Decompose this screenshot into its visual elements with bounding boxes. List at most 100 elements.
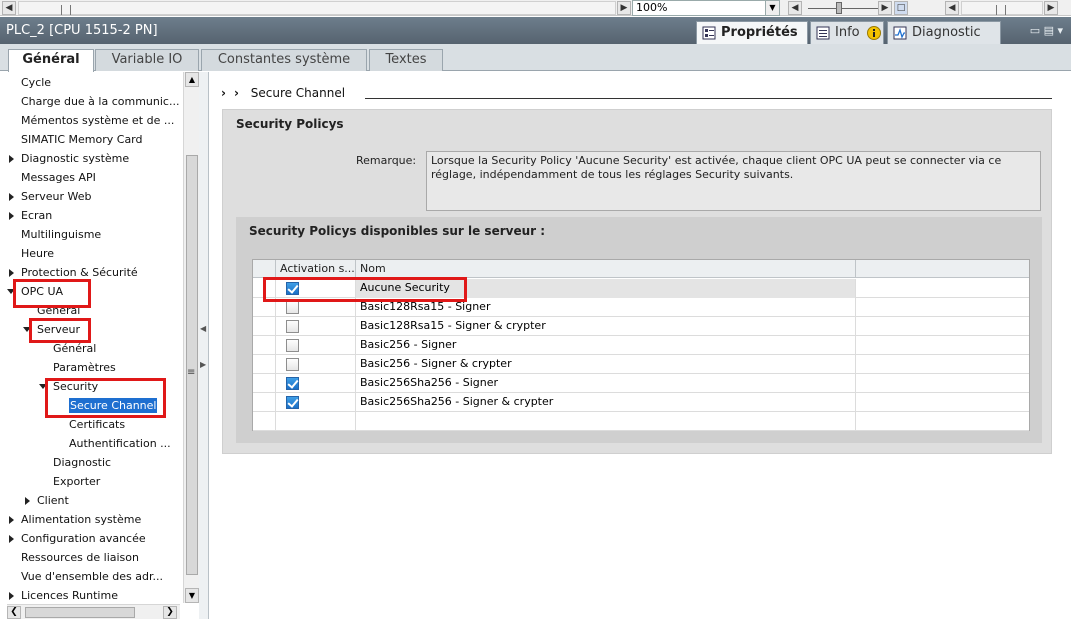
row-header-cell[interactable] xyxy=(253,317,276,336)
table-row[interactable]: Basic256 - Signer xyxy=(253,336,1029,355)
subtab-texts[interactable]: Textes xyxy=(369,49,443,71)
expand-arrow-icon[interactable] xyxy=(9,193,14,201)
expand-right-icon[interactable]: ▶ xyxy=(200,360,206,369)
row-header-cell[interactable] xyxy=(253,355,276,374)
column-header-name[interactable]: Nom xyxy=(356,260,856,278)
chevron-down-icon[interactable]: ▼ xyxy=(765,1,779,15)
highlight-box-no-security xyxy=(263,277,467,302)
empty-cell xyxy=(856,355,1029,374)
nav-item-label: Heure xyxy=(21,247,55,260)
nav-horizontal-scrollbar[interactable]: ❮ ❯ xyxy=(7,604,180,619)
nav-item-export[interactable]: Exporter xyxy=(53,472,100,491)
expand-arrow-icon[interactable] xyxy=(9,212,14,220)
nav-item-parameters[interactable]: Paramètres xyxy=(53,358,116,377)
scroll-down-button[interactable]: ▼ xyxy=(185,588,199,603)
nav-item-display[interactable]: Ecran xyxy=(9,206,52,225)
horizontal-scrollbar[interactable] xyxy=(18,1,616,15)
highlight-box-opc-ua xyxy=(13,279,91,308)
nav-item-authentication[interactable]: Authentification ... xyxy=(69,434,171,453)
row-header-cell[interactable] xyxy=(253,393,276,412)
zoom-in-button[interactable]: ▶ xyxy=(878,1,892,15)
info-list-icon xyxy=(816,26,830,40)
expand-arrow-icon[interactable] xyxy=(9,155,14,163)
nav-item-comm-load[interactable]: Charge due à la communic... xyxy=(21,92,179,111)
activation-cell xyxy=(276,317,356,336)
nav-item-cycle[interactable]: Cycle xyxy=(21,73,51,92)
scroll-thumb[interactable] xyxy=(25,607,135,618)
subtab-variable-io[interactable]: Variable IO xyxy=(95,49,199,71)
nav-item-system-memory[interactable]: Mémentos système et de ... xyxy=(21,111,174,130)
scroll-up-button[interactable]: ▲ xyxy=(185,72,199,87)
fit-page-icon[interactable]: □ xyxy=(894,1,908,15)
activation-checkbox[interactable] xyxy=(286,339,299,352)
nav-item-server-diagnostic[interactable]: Diagnostic xyxy=(53,453,111,472)
collapse-left-icon[interactable]: ◀ xyxy=(200,324,206,333)
activation-checkbox[interactable] xyxy=(286,396,299,409)
nav-item-client[interactable]: Client xyxy=(25,491,69,510)
table-row[interactable]: Basic256 - Signer & crypter xyxy=(253,355,1029,374)
activation-checkbox[interactable] xyxy=(286,301,299,314)
window-controls-icon[interactable]: ▭ ▤ ▾ xyxy=(1030,24,1063,37)
zoom-select[interactable]: 100% ▼ xyxy=(632,0,780,16)
scroll-right-button[interactable]: ❯ xyxy=(163,606,177,619)
nav-item-time[interactable]: Heure xyxy=(21,244,54,263)
tab-diagnostic[interactable]: Diagnostic xyxy=(887,21,1001,44)
activation-checkbox[interactable] xyxy=(286,377,299,390)
highlight-box-security xyxy=(45,378,166,418)
row-header-cell[interactable] xyxy=(253,336,276,355)
top-scroll-strip: ◀ ▶ 100% ▼ ◀ ▶ □ ◀ ▶ xyxy=(0,0,1071,16)
expand-arrow-icon[interactable] xyxy=(9,535,14,543)
subtab-bar: Général Variable IO Constantes système T… xyxy=(0,44,1071,72)
scroll-left-button[interactable]: ◀ xyxy=(2,1,16,15)
tab-info[interactable]: Info xyxy=(810,21,884,44)
scroll-right-button[interactable]: ▶ xyxy=(617,1,631,15)
activation-checkbox[interactable] xyxy=(286,320,299,333)
row-header-cell[interactable] xyxy=(253,412,276,431)
scroll-right-button-2[interactable]: ▶ xyxy=(1044,1,1058,15)
scroll-left-button-2[interactable]: ◀ xyxy=(945,1,959,15)
expand-arrow-icon[interactable] xyxy=(25,497,30,505)
row-header-cell[interactable] xyxy=(253,374,276,393)
nav-item-multilingual[interactable]: Multilinguisme xyxy=(21,225,101,244)
table-row[interactable]: Basic256Sha256 - Signer & crypter xyxy=(253,393,1029,412)
nav-item-memory-card[interactable]: SIMATIC Memory Card xyxy=(21,130,143,149)
activation-cell xyxy=(276,393,356,412)
nav-item-runtime-licenses[interactable]: Licences Runtime xyxy=(9,586,118,603)
nav-item-label: Cycle xyxy=(21,76,52,89)
table-row[interactable]: Basic128Rsa15 - Signer & crypter xyxy=(253,317,1029,336)
subtab-system-constants[interactable]: Constantes système xyxy=(201,49,367,71)
zoom-slider-knob[interactable] xyxy=(836,2,842,14)
nav-item-label: SIMATIC Memory Card xyxy=(21,133,143,146)
activation-checkbox[interactable] xyxy=(286,358,299,371)
nav-item-advanced-config[interactable]: Configuration avancée xyxy=(9,529,146,548)
nav-item-system-diagnostic[interactable]: Diagnostic système xyxy=(9,149,129,168)
empty-cell xyxy=(856,412,1029,431)
chevron-right-icon: › xyxy=(221,86,226,100)
expand-arrow-icon[interactable] xyxy=(9,592,14,600)
nav-item-connection-resources[interactable]: Ressources de liaison xyxy=(21,548,139,567)
empty-cell xyxy=(856,279,1029,298)
scroll-left-button[interactable]: ❮ xyxy=(7,606,21,619)
table-row[interactable]: Basic256Sha256 - Signer xyxy=(253,374,1029,393)
nav-item-web-server[interactable]: Serveur Web xyxy=(9,187,92,206)
subtab-general[interactable]: Général xyxy=(8,49,94,72)
splitter-grip-icon[interactable]: ≡ xyxy=(187,367,195,378)
table-row[interactable] xyxy=(253,412,1029,431)
nav-vertical-scrollbar[interactable]: ▲ ▼ xyxy=(183,72,199,603)
nav-item-plc-messages[interactable]: Messages API xyxy=(21,168,96,187)
column-header-activation[interactable]: Activation s... xyxy=(276,260,356,278)
horizontal-scrollbar-2[interactable] xyxy=(961,1,1043,15)
nav-item-address-overview[interactable]: Vue d'ensemble des adr... xyxy=(21,567,163,586)
panel-splitter[interactable]: ◀ ▶ xyxy=(199,72,209,619)
scroll-thumb[interactable] xyxy=(186,155,198,575)
expand-arrow-icon[interactable] xyxy=(9,269,14,277)
nav-item-power-supply[interactable]: Alimentation système xyxy=(9,510,141,529)
zoom-out-button[interactable]: ◀ xyxy=(788,1,802,15)
info-icon xyxy=(867,26,881,40)
tab-properties[interactable]: Propriétés xyxy=(696,21,808,44)
expand-arrow-icon[interactable] xyxy=(9,516,14,524)
zoom-slider-track[interactable] xyxy=(808,8,878,9)
activation-cell xyxy=(276,336,356,355)
nav-item-label: Mémentos système et de ... xyxy=(21,114,175,127)
tab-diagnostic-label: Diagnostic xyxy=(912,25,981,40)
